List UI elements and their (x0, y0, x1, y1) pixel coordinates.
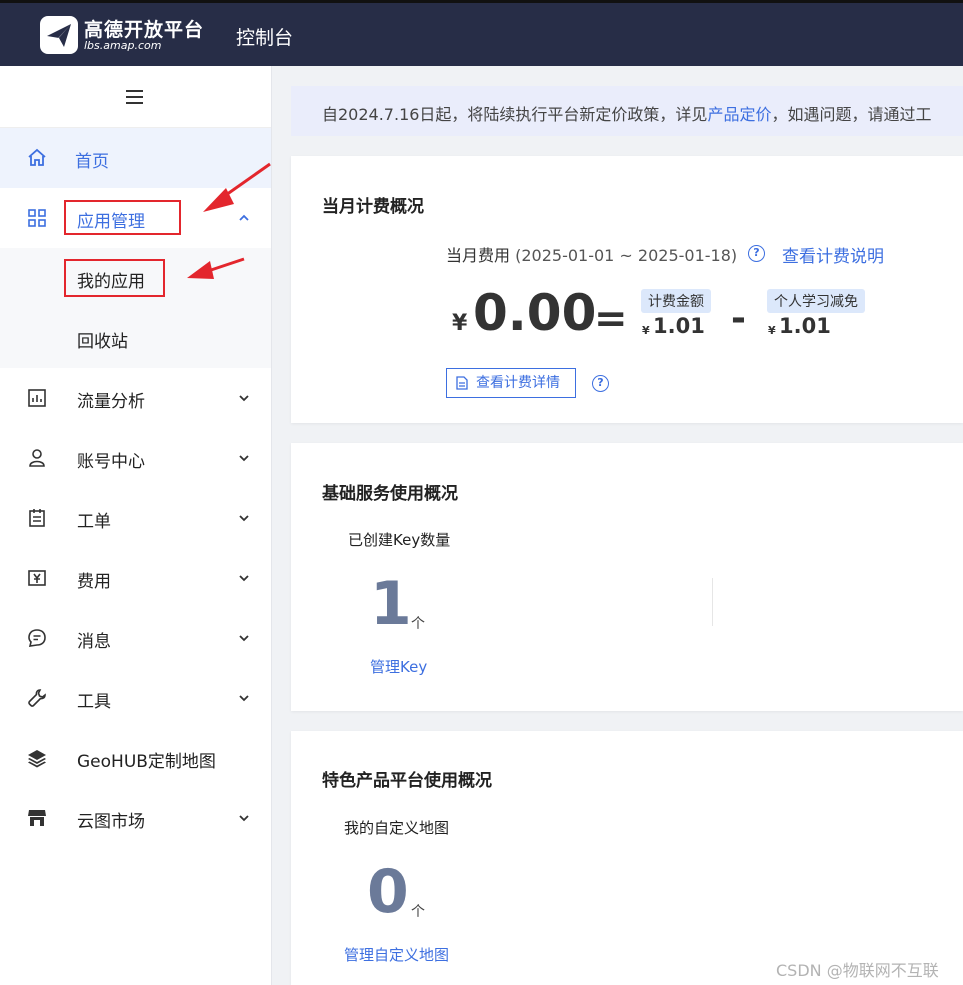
sidebar-item-label: 工具 (77, 692, 111, 712)
equals-sign: = (594, 296, 628, 342)
chevron-up-icon[interactable] (238, 212, 250, 224)
pricing-link[interactable]: 产品定价 (707, 105, 771, 124)
chevron-down-icon[interactable] (238, 692, 250, 704)
brand-name: 高德开放平台 (84, 19, 205, 41)
charge-amount-value: 1.01 (653, 314, 705, 338)
sidebar-item-account-center[interactable]: 账号中心 (0, 428, 271, 488)
sidebar-item-tools[interactable]: 工具 (0, 668, 271, 728)
chevron-down-icon[interactable] (238, 392, 250, 404)
billing-period: 当月费用 (2025-01-01 ~ 2025-01-18) (446, 242, 737, 266)
sidebar-item-work-order[interactable]: 工单 (0, 488, 271, 548)
hamburger-menu-icon[interactable] (126, 90, 143, 104)
sidebar-collapse-row (0, 66, 271, 128)
console-title[interactable]: 控制台 (236, 23, 293, 50)
view-billing-details-label: 查看计费详情 (476, 375, 560, 391)
sidebar-item-label: 流量分析 (77, 392, 145, 412)
question-help-icon[interactable]: ? (748, 245, 765, 262)
notice-text: 自2024.7.16日起，将陆续执行平台新定价政策，详见产品定价，如遇问题，请通… (322, 101, 931, 125)
sidebar-item-label: 账号中心 (77, 452, 145, 472)
sidebar-item-messages[interactable]: 消息 (0, 608, 271, 668)
manage-key-link[interactable]: 管理Key (370, 656, 427, 677)
pricing-notice-banner: 自2024.7.16日起，将陆续执行平台新定价政策，详见产品定价，如遇问题，请通… (291, 86, 963, 136)
sidebar-item-geohub[interactable]: GeoHUB定制地图 (0, 728, 271, 788)
charge-amount-badge: 计费金额 (641, 289, 711, 313)
wrench-icon (28, 689, 46, 707)
sidebar-item-recycle-bin[interactable]: 回收站 (0, 308, 271, 368)
custom-map-unit: 个 (411, 904, 425, 920)
period-label: 当月费用 (446, 246, 511, 265)
sidebar-item-label: 费用 (77, 572, 111, 592)
apps-grid-icon (28, 209, 46, 227)
amap-logo-icon[interactable] (40, 16, 78, 54)
message-icon (28, 629, 46, 647)
home-icon (28, 148, 46, 166)
manage-custom-map-link[interactable]: 管理自定义地图 (344, 944, 449, 965)
sidebar-item-label: GeoHUB定制地图 (77, 752, 216, 772)
key-count-label: 已创建Key数量 (348, 531, 451, 549)
sidebar-item-traffic-analysis[interactable]: 流量分析 (0, 368, 271, 428)
billing-overview-card: 当月计费概况 当月费用 (2025-01-01 ~ 2025-01-18) ? … (291, 156, 963, 423)
stats-divider (712, 578, 713, 626)
csdn-watermark: CSDN @物联网不互联 (776, 961, 939, 980)
featured-products-title: 特色产品平台使用概况 (322, 771, 492, 791)
discount-amount-value: 1.01 (779, 314, 831, 338)
custom-map-label: 我的自定义地图 (344, 819, 450, 837)
sidebar-item-label: 首页 (75, 152, 109, 172)
top-header: 高德开放平台 lbs.amap.com 控制台 (0, 0, 963, 66)
annotation-box-app-management (64, 200, 181, 235)
yen-icon (28, 570, 46, 586)
question-help-icon[interactable]: ? (592, 375, 609, 392)
minus-sign: - (731, 298, 746, 339)
total-amount: 0.00 (473, 284, 597, 342)
notice-text-after: ，如遇问题，请通过工 (771, 105, 932, 124)
clipboard-icon (29, 509, 45, 527)
sidebar-item-cloud-market[interactable]: 云图市场 (0, 788, 271, 848)
featured-products-card: 特色产品平台使用概况 我的自定义地图 0 个 管理自定义地图 (291, 731, 963, 985)
document-icon (456, 376, 468, 390)
chart-icon (28, 389, 46, 407)
sidebar: 首页 应用管理 我的应用 回收站 流量分析 账号中心 工单 费用 消息 工具 G… (0, 66, 272, 985)
view-billing-details-button[interactable]: 查看计费详情 (446, 368, 576, 398)
chevron-down-icon[interactable] (238, 452, 250, 464)
discount-badge: 个人学习减免 (767, 289, 865, 313)
billing-explanation-link[interactable]: 查看计费说明 (782, 242, 884, 267)
user-icon (29, 449, 45, 467)
chevron-down-icon[interactable] (238, 812, 250, 824)
key-count-value: 1 (370, 569, 412, 639)
sidebar-item-billing[interactable]: 费用 (0, 548, 271, 608)
discount-currency-symbol: ¥ (768, 324, 776, 337)
annotation-box-my-apps (64, 259, 165, 297)
brand-domain: lbs.amap.com (84, 39, 162, 52)
key-count-unit: 个 (411, 616, 425, 632)
notice-text-before: 自2024.7.16日起，将陆续执行平台新定价政策，详见 (322, 105, 708, 124)
basic-services-title: 基础服务使用概况 (322, 484, 458, 504)
period-range: (2025-01-01 ~ 2025-01-18) (515, 246, 738, 265)
basic-services-card: 基础服务使用概况 已创建Key数量 1 个 管理Key (291, 443, 963, 711)
layers-icon (28, 750, 46, 768)
sidebar-item-label: 工单 (77, 512, 111, 532)
store-icon (28, 810, 46, 826)
billing-card-title: 当月计费概况 (322, 197, 424, 217)
sidebar-item-home[interactable]: 首页 (0, 128, 271, 188)
sidebar-item-label: 云图市场 (77, 812, 145, 832)
sidebar-item-label: 回收站 (77, 332, 128, 352)
charge-currency-symbol: ¥ (642, 324, 650, 337)
sidebar-item-label: 消息 (77, 632, 111, 652)
chevron-down-icon[interactable] (238, 632, 250, 644)
chevron-down-icon[interactable] (238, 512, 250, 524)
custom-map-count: 0 (367, 857, 409, 927)
total-currency-symbol: ¥ (452, 311, 468, 336)
chevron-down-icon[interactable] (238, 572, 250, 584)
